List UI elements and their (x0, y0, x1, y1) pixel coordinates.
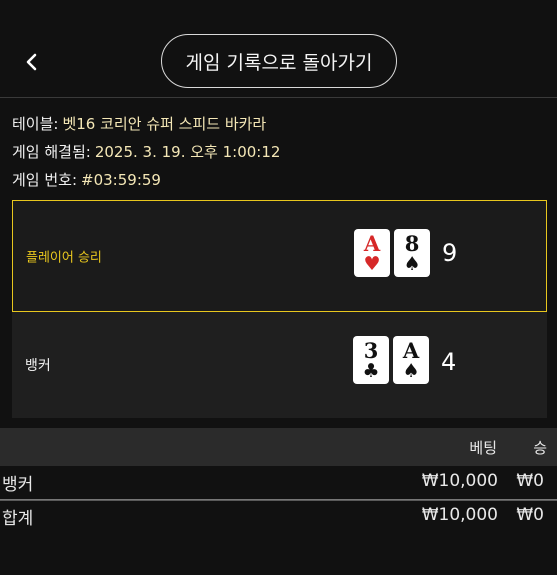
total-label: 합계 (2, 509, 34, 529)
game-number-row: 게임 번호: #03:59:59 (12, 166, 280, 194)
game-info: 테이블: 벳16 코리안 슈퍼 스피드 바카라 게임 해결됨: 2025. 3.… (12, 110, 280, 194)
card-rank: A (363, 230, 381, 256)
table-label: 테이블: (12, 115, 59, 133)
player-cards: A ♥ 8 ♠ (354, 229, 430, 277)
bet-amount: ₩10,000 (421, 471, 498, 491)
column-header-win: 승 (533, 439, 547, 457)
total-win-amount: ₩0 (516, 505, 544, 525)
playing-card: A ♠ (393, 336, 429, 384)
player-win-label: 플레이어 승리 (26, 250, 102, 266)
chevron-left-icon (26, 53, 37, 71)
banker-cards: 3 ♣ A ♠ (353, 336, 429, 384)
club-icon: ♣ (362, 359, 380, 382)
banker-result-panel: 뱅커 3 ♣ A ♠ 4 (12, 312, 547, 418)
playing-card: A ♥ (354, 229, 390, 277)
heart-icon: ♥ (363, 252, 381, 275)
card-rank: 8 (404, 230, 420, 256)
player-hand-total: 9 (442, 239, 458, 267)
column-header-bet: 베팅 (469, 439, 497, 457)
back-button[interactable] (18, 44, 46, 80)
spade-icon: ♠ (403, 252, 421, 275)
bet-table-header: 베팅 승 (0, 428, 557, 466)
total-bet-amount: ₩10,000 (421, 505, 498, 525)
game-number-label: 게임 번호: (12, 171, 78, 189)
spade-icon: ♠ (402, 359, 420, 382)
card-rank: A (402, 337, 420, 363)
card-rank: 3 (363, 337, 379, 363)
table-value: 벳16 코리안 슈퍼 스피드 바카라 (62, 115, 267, 133)
playing-card: 3 ♣ (353, 336, 389, 384)
playing-card: 8 ♠ (394, 229, 430, 277)
resolved-info-row: 게임 해결됨: 2025. 3. 19. 오후 1:00:12 (12, 138, 280, 166)
player-result-panel: 플레이어 승리 A ♥ 8 ♠ 9 (12, 200, 547, 312)
top-header: 게임 기록으로 돌아가기 (0, 0, 557, 98)
divider (0, 500, 557, 501)
banker-hand-total: 4 (441, 348, 457, 376)
resolved-label: 게임 해결됨: (12, 143, 91, 161)
win-amount: ₩0 (516, 471, 544, 491)
bet-table: 베팅 승 뱅커 ₩10,000 ₩0 합계 ₩10,000 ₩0 (0, 428, 557, 532)
game-number-value: #03:59:59 (81, 171, 161, 189)
table-row-total: 합계 ₩10,000 ₩0 (0, 499, 557, 532)
back-to-history-button[interactable]: 게임 기록으로 돌아가기 (161, 34, 397, 88)
resolved-value: 2025. 3. 19. 오후 1:00:12 (94, 143, 281, 161)
banker-label: 뱅커 (25, 358, 51, 374)
table-info-row: 테이블: 벳16 코리안 슈퍼 스피드 바카라 (12, 110, 280, 138)
bet-name: 뱅커 (2, 475, 34, 495)
table-row: 뱅커 ₩10,000 ₩0 (0, 466, 557, 499)
